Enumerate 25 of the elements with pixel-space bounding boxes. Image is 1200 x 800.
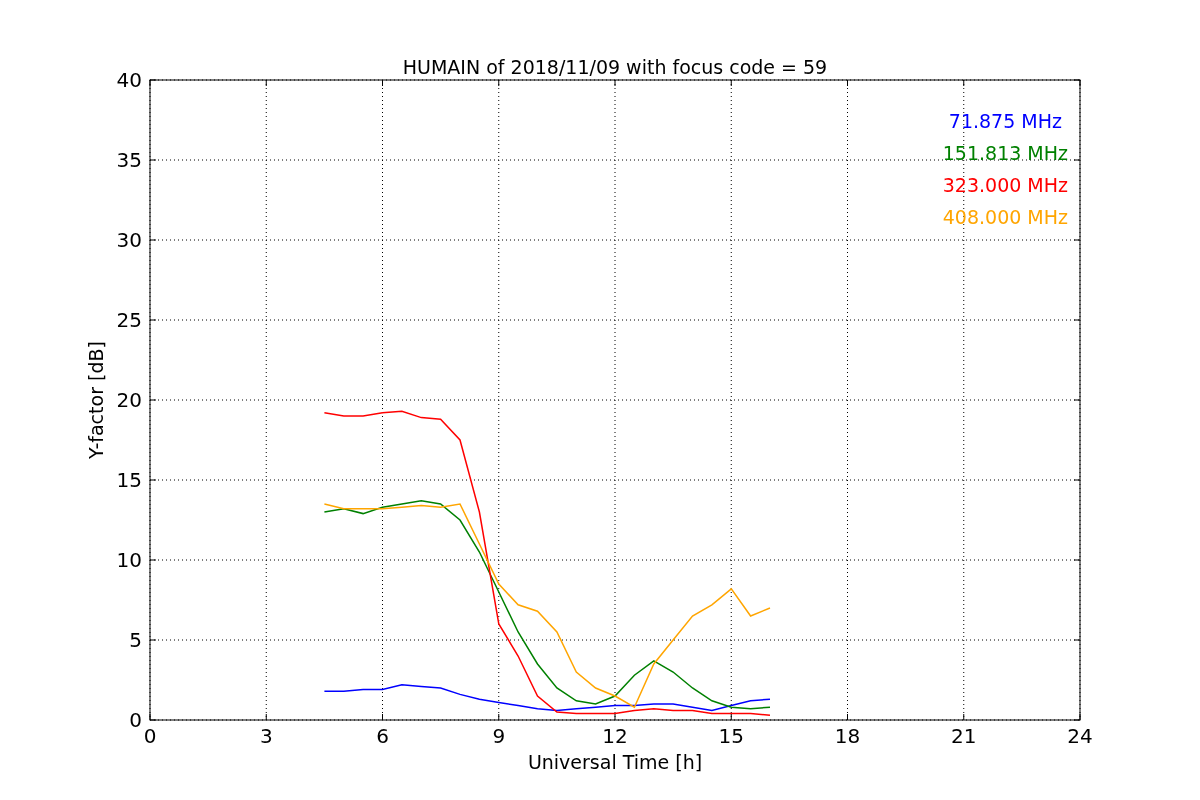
y-axis-label: Y-factor [dB] [85,341,107,459]
y-tick-label: 35 [116,148,142,172]
y-tick-label: 30 [116,228,142,252]
y-tick-label: 25 [116,308,142,332]
legend-label: 408.000 MHz [942,206,1068,228]
y-tick-label: 15 [116,468,142,492]
x-tick-label: 3 [259,724,273,748]
x-tick-label: 6 [376,724,389,748]
y-tick-label: 0 [129,708,142,732]
y-tick-label: 10 [116,548,142,572]
chart-title: HUMAIN of 2018/11/09 with focus code = 59 [402,56,828,78]
x-tick-label: 9 [492,724,506,748]
y-tick-label: 40 [116,68,142,92]
x-tick-label: 21 [951,724,977,748]
x-tick-label: 0 [143,724,157,748]
x-tick-label: 15 [718,724,744,748]
y-tick-label: 5 [129,628,142,652]
x-tick-label: 24 [1067,724,1093,748]
x-tick-label: 12 [602,724,628,748]
y-tick-label: 20 [116,388,142,412]
legend-label: 323.000 MHz [942,174,1068,196]
legend-label: 151.813 MHz [942,142,1068,164]
legend-label: 71.875 MHz [948,110,1062,132]
x-axis-label: Universal Time [h] [527,751,703,773]
x-tick-label: 18 [834,724,861,748]
